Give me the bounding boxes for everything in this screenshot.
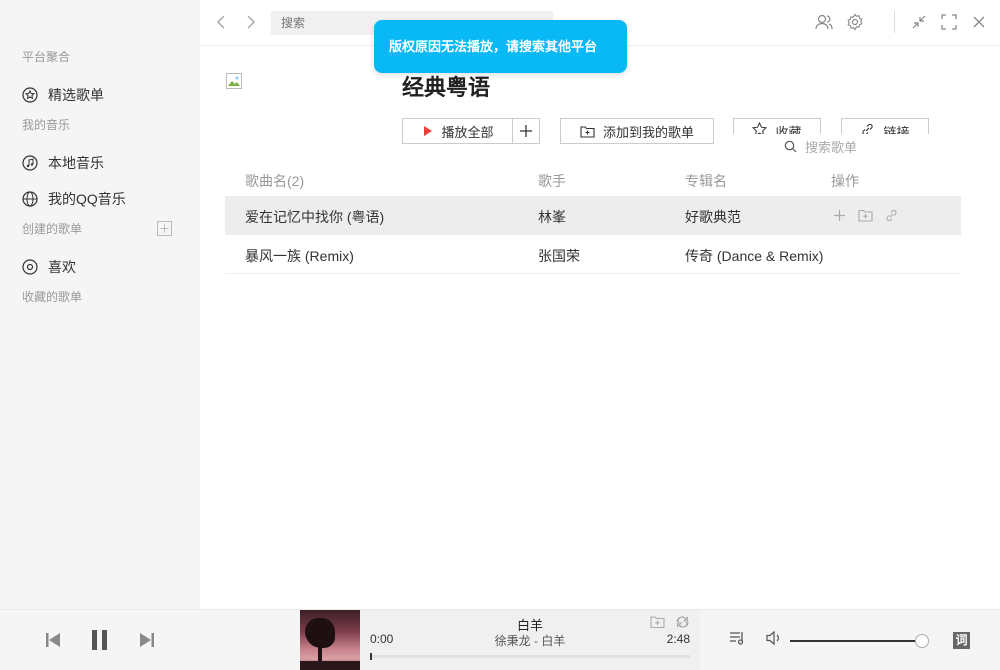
link-icon: [862, 123, 874, 134]
song-table-header: 歌曲名(2) 歌手 专辑名 操作: [225, 164, 961, 194]
sidebar: 平台聚合 精选歌单 我的音乐 本地音乐 我的QQ音乐 创建的歌单 喜欢 收藏的歌…: [0, 0, 200, 609]
link-button[interactable]: 链接: [841, 118, 929, 134]
repeat-icon[interactable]: [675, 615, 690, 629]
user-icon[interactable]: [814, 12, 834, 32]
playlist-queue-icon[interactable]: [729, 630, 746, 646]
progress-bar[interactable]: [370, 653, 690, 660]
close-icon[interactable]: [969, 12, 989, 32]
music-note-icon: [22, 155, 38, 171]
column-ops: 操作: [831, 173, 859, 189]
sidebar-item-label: 喜欢: [48, 259, 76, 275]
song-album[interactable]: 好歌典范: [685, 207, 741, 227]
song-title: 暴风一族 (Remix): [245, 248, 354, 264]
sidebar-item-local-music[interactable]: 本地音乐: [22, 153, 104, 173]
globe-icon: [22, 191, 38, 207]
sidebar-item-label: 本地音乐: [48, 155, 104, 171]
sidebar-section-created: 创建的歌单: [22, 222, 83, 236]
music-app: 平台聚合 精选歌单 我的音乐 本地音乐 我的QQ音乐 创建的歌单 喜欢 收藏的歌…: [0, 0, 1000, 670]
add-to-my-label: 添加到我的歌单: [602, 124, 694, 140]
sidebar-section-my-music: 我的音乐: [22, 118, 71, 132]
collect-label: 收藏: [775, 125, 802, 134]
sidebar-section-platform: 平台聚合: [22, 50, 71, 64]
plus-icon[interactable]: [831, 207, 848, 224]
play-all-label: 播放全部: [441, 124, 494, 140]
now-playing-panel: 白羊 徐秉龙 - 白羊 0:00 2:48: [360, 610, 700, 670]
add-to-my-playlist-button[interactable]: 添加到我的歌单: [560, 118, 714, 144]
add-to-queue-button[interactable]: [512, 118, 540, 144]
song-artist[interactable]: 林峯: [538, 207, 566, 227]
search-icon: [784, 140, 797, 152]
time-current: 0:00: [370, 632, 394, 646]
folder-add-icon: [580, 125, 595, 138]
back-arrow-icon[interactable]: [214, 13, 230, 31]
pause-icon[interactable]: [90, 628, 110, 652]
sidebar-section-collected: 收藏的歌单: [22, 290, 83, 304]
plus-icon: [520, 125, 532, 137]
album-cover-ground: [300, 661, 360, 670]
play-icon: [424, 126, 433, 136]
next-track-icon[interactable]: [138, 630, 156, 650]
column-song: 歌曲名(2): [245, 173, 305, 189]
disc-icon: [22, 259, 38, 275]
maximize-icon[interactable]: [939, 12, 959, 32]
song-title: 爱在记忆中找你 (粤语): [245, 209, 385, 225]
collect-button[interactable]: 收藏: [733, 118, 821, 134]
song-artist[interactable]: 张国荣: [538, 246, 580, 266]
song-album[interactable]: 传奇 (Dance & Remix): [685, 246, 823, 266]
link-label: 链接: [883, 125, 910, 134]
toast-notification: 版权原因无法播放，请搜索其他平台: [374, 20, 627, 73]
column-artist: 歌手: [538, 173, 566, 189]
table-row[interactable]: 爱在记忆中找你 (粤语) 林峯 好歌典范: [225, 196, 961, 235]
topbar-divider: [894, 11, 895, 33]
progress-handle[interactable]: [370, 653, 372, 660]
previous-track-icon[interactable]: [44, 630, 62, 650]
playlist-title: 经典粤语: [402, 75, 491, 100]
row-actions: [831, 207, 900, 224]
forward-arrow-icon[interactable]: [242, 13, 258, 31]
sidebar-item-featured[interactable]: 精选歌单: [22, 85, 104, 105]
album-cover[interactable]: [300, 610, 360, 670]
sidebar-item-favorite[interactable]: 喜欢: [22, 257, 76, 277]
sidebar-item-label: 我的QQ音乐: [48, 191, 126, 207]
add-playlist-icon[interactable]: [157, 221, 172, 236]
sidebar-item-label: 精选歌单: [48, 87, 104, 103]
table-row[interactable]: 暴风一族 (Remix) 张国荣 传奇 (Dance & Remix): [225, 235, 961, 274]
star-icon: [22, 87, 38, 103]
broken-image-icon: [226, 73, 242, 89]
column-album: 专辑名: [685, 173, 727, 189]
playlist-search-placeholder: 搜索歌单: [805, 139, 858, 155]
link-icon[interactable]: [883, 207, 900, 224]
volume-handle[interactable]: [915, 634, 929, 648]
player-bar: 白羊 徐秉龙 - 白羊 0:00 2:48 词: [0, 609, 1000, 670]
lyrics-button[interactable]: 词: [953, 632, 970, 649]
play-all-button[interactable]: 播放全部: [402, 118, 514, 144]
minimize-icon[interactable]: [909, 12, 929, 32]
volume-slider[interactable]: [790, 640, 922, 642]
album-cover-trunk: [318, 640, 322, 662]
volume-icon[interactable]: [766, 630, 783, 646]
star-outline-icon: [752, 122, 768, 134]
sidebar-item-qq-music[interactable]: 我的QQ音乐: [22, 189, 126, 209]
time-total: 2:48: [666, 632, 690, 646]
track-actions: [650, 615, 690, 629]
playlist-search-input[interactable]: 搜索歌单: [778, 134, 948, 158]
gear-icon[interactable]: [845, 12, 865, 32]
folder-add-icon[interactable]: [857, 207, 874, 224]
track-artist: 徐秉龙 - 白羊: [494, 634, 566, 648]
folder-add-icon[interactable]: [650, 615, 665, 629]
